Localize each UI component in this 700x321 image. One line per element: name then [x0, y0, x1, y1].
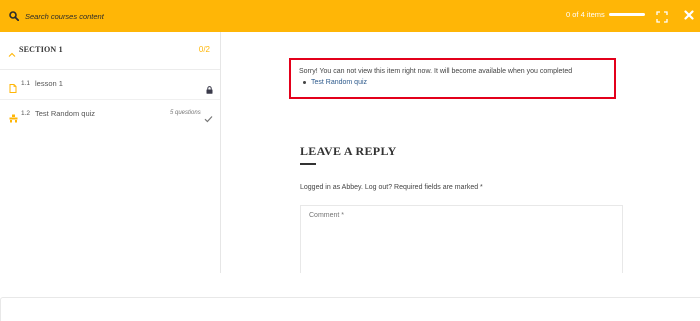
title-underline — [300, 163, 316, 165]
progress-bar — [608, 13, 645, 16]
question-count: 5 questions — [170, 110, 201, 116]
top-bar: Search courses content 0 of 4 items — [0, 0, 700, 32]
quiz-label: Test Random quiz — [35, 109, 96, 118]
progress-text: 0 of 4 items — [566, 10, 605, 19]
content-area: Sorry! You can not view this item right … — [222, 32, 700, 273]
bullet — [303, 81, 306, 84]
chevron-up-icon[interactable] — [8, 46, 16, 57]
curriculum-sidebar: SECTION 1 0/2 1.1 lesson 1 1.2 Test Rand… — [0, 32, 221, 273]
notice-list-item: Test Random quiz — [303, 79, 367, 86]
notice-text: Sorry! You can not view this item right … — [299, 68, 573, 75]
check-icon — [204, 110, 213, 123]
locked-notice: Sorry! You can not view this item right … — [289, 58, 616, 99]
close-icon[interactable] — [684, 7, 694, 25]
search-input[interactable]: Search courses content — [25, 12, 104, 21]
course-progress: 0 of 4 items — [566, 10, 645, 19]
reply-title: LEAVE A REPLY — [300, 144, 397, 158]
search-icon[interactable] — [9, 11, 19, 21]
prerequisite-link[interactable]: Test Random quiz — [311, 79, 367, 86]
lesson-number: 1.1 — [21, 80, 31, 87]
fullscreen-icon[interactable] — [656, 10, 668, 23]
document-icon — [9, 80, 17, 93]
logged-in-text: Logged in as Abbey. Log out? Required fi… — [300, 184, 483, 191]
search-bar[interactable]: Search courses content — [9, 8, 104, 24]
section-count: 0/2 — [198, 45, 210, 54]
comment-field[interactable] — [300, 205, 623, 273]
section-title: SECTION 1 — [19, 45, 63, 54]
close-button[interactable] — [678, 0, 700, 32]
quiz-icon — [9, 110, 18, 123]
quiz-item[interactable]: 1.2 Test Random quiz 5 questions — [0, 100, 220, 130]
bottom-panel — [0, 297, 700, 321]
lesson-label: lesson 1 — [35, 79, 63, 88]
quiz-number: 1.2 — [21, 110, 31, 117]
section-header[interactable]: SECTION 1 0/2 — [0, 32, 220, 70]
lock-icon — [206, 81, 213, 94]
lesson-item[interactable]: 1.1 lesson 1 — [0, 70, 220, 100]
